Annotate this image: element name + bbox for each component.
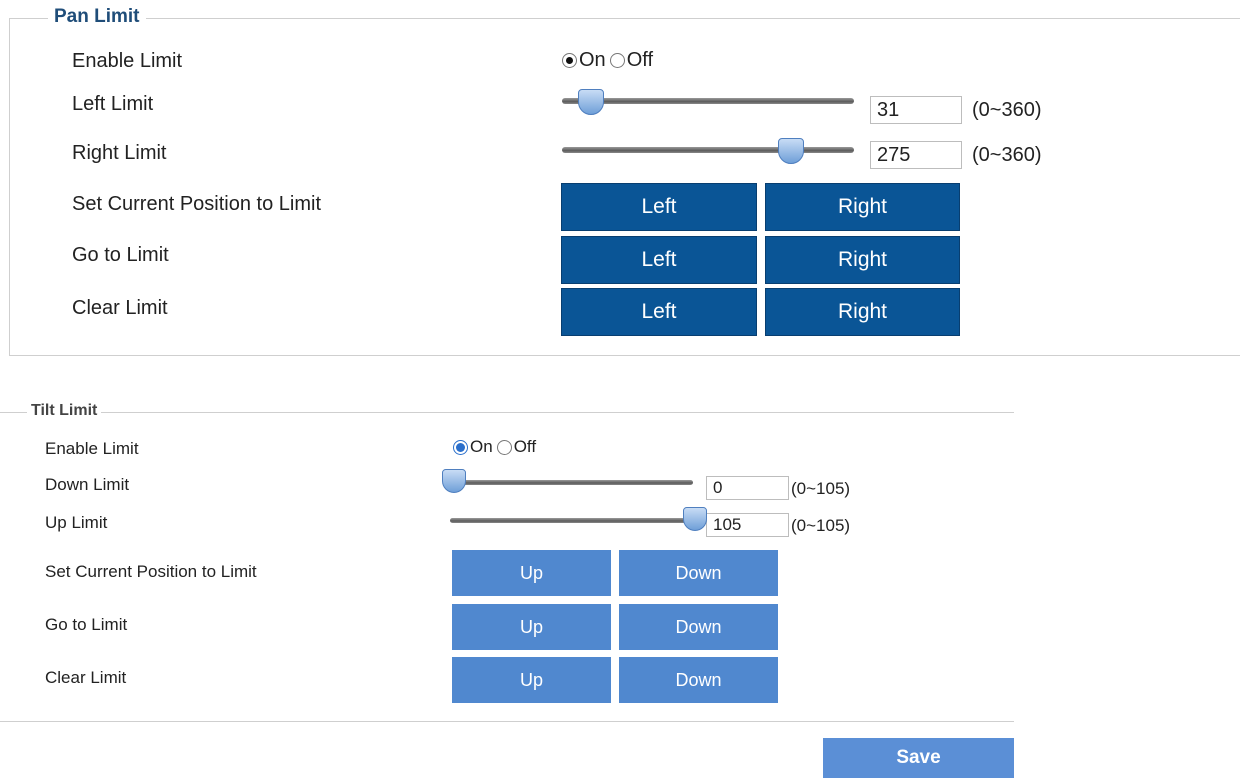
tilt-goto-label: Go to Limit xyxy=(45,615,128,634)
pan-set-right-button[interactable]: Right xyxy=(765,183,960,231)
tilt-on-radio[interactable] xyxy=(453,439,468,455)
tilt-up-limit-input[interactable] xyxy=(706,513,789,537)
tilt-down-range: (0~105) xyxy=(791,479,851,498)
pan-enable-label: Enable Limit xyxy=(72,50,183,72)
pan-left-limit-input[interactable] xyxy=(870,96,962,124)
pan-off-label: Off xyxy=(626,49,653,71)
pan-right-slider-thumb[interactable] xyxy=(778,138,804,164)
pan-goto-left-button[interactable]: Left xyxy=(561,236,757,284)
tilt-enable-radios: On Off xyxy=(453,437,536,457)
tilt-down-slider-track[interactable] xyxy=(450,480,693,485)
tilt-up-range: (0~105) xyxy=(791,516,851,535)
pan-left-limit-label: Left Limit xyxy=(72,93,154,115)
tilt-set-down-button[interactable]: Down xyxy=(619,550,778,596)
save-button[interactable]: Save xyxy=(823,738,1014,778)
pan-clear-left-button[interactable]: Left xyxy=(561,288,757,336)
tilt-clear-down-button[interactable]: Down xyxy=(619,657,778,703)
tilt-limit-divider-bottom xyxy=(0,721,1014,722)
tilt-off-label: Off xyxy=(513,437,537,456)
tilt-down-limit-label: Down Limit xyxy=(45,475,130,494)
pan-off-radio[interactable] xyxy=(609,53,625,68)
tilt-set-position-label: Set Current Position to Limit xyxy=(45,562,257,581)
pan-left-slider-track[interactable] xyxy=(562,98,854,104)
pan-goto-label: Go to Limit xyxy=(72,244,169,266)
tilt-clear-up-button[interactable]: Up xyxy=(452,657,611,703)
tilt-goto-down-button[interactable]: Down xyxy=(619,604,778,650)
pan-right-slider-track[interactable] xyxy=(562,147,854,153)
pan-left-slider-thumb[interactable] xyxy=(578,89,604,115)
pan-limit-title: Pan Limit xyxy=(48,6,146,28)
pan-right-limit-label: Right Limit xyxy=(72,142,167,164)
pan-goto-right-button[interactable]: Right xyxy=(765,236,960,284)
tilt-up-slider-track[interactable] xyxy=(450,518,693,523)
pan-on-radio[interactable] xyxy=(562,53,577,68)
pan-right-range: (0~360) xyxy=(972,144,1042,166)
tilt-up-limit-label: Up Limit xyxy=(45,513,108,532)
tilt-goto-up-button[interactable]: Up xyxy=(452,604,611,650)
tilt-clear-label: Clear Limit xyxy=(45,668,127,687)
tilt-set-up-button[interactable]: Up xyxy=(452,550,611,596)
pan-clear-label: Clear Limit xyxy=(72,297,168,319)
pan-right-limit-input[interactable] xyxy=(870,141,962,169)
tilt-off-radio[interactable] xyxy=(496,439,512,455)
tilt-up-slider-thumb[interactable] xyxy=(683,507,707,531)
pan-left-range: (0~360) xyxy=(972,99,1042,121)
tilt-limit-title: Tilt Limit xyxy=(27,402,102,420)
pan-set-position-label: Set Current Position to Limit xyxy=(72,193,321,215)
tilt-down-limit-input[interactable] xyxy=(706,476,789,500)
pan-clear-right-button[interactable]: Right xyxy=(765,288,960,336)
tilt-on-label: On xyxy=(470,437,493,456)
pan-on-label: On xyxy=(579,49,606,71)
tilt-enable-label: Enable Limit xyxy=(45,439,139,458)
tilt-limit-divider-top xyxy=(0,412,1014,413)
pan-set-left-button[interactable]: Left xyxy=(561,183,757,231)
tilt-down-slider-thumb[interactable] xyxy=(442,469,466,493)
pan-enable-radios: On Off xyxy=(562,49,653,72)
